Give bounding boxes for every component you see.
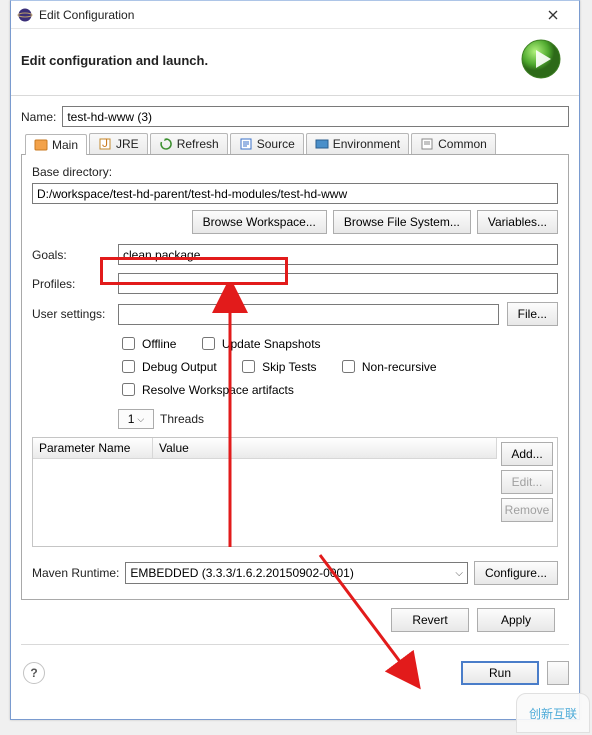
threads-select[interactable]: 1⌵ <box>118 409 154 429</box>
variables-button[interactable]: Variables... <box>477 210 558 234</box>
name-label: Name: <box>21 110 56 124</box>
tab-jre[interactable]: JJRE <box>89 133 148 154</box>
base-directory-input[interactable] <box>32 183 558 204</box>
dialog: Edit Configuration Edit configuration an… <box>10 0 580 720</box>
col-value[interactable]: Value <box>153 438 497 458</box>
window-title: Edit Configuration <box>39 8 533 22</box>
remove-param-button: Remove <box>501 498 553 522</box>
run-button[interactable]: Run <box>461 661 539 685</box>
configure-button[interactable]: Configure... <box>474 561 558 585</box>
skip-tests-checkbox[interactable]: Skip Tests <box>238 357 316 376</box>
tab-bar: Main JJRE Refresh Source Environment Com… <box>21 133 569 155</box>
edit-param-button: Edit... <box>501 470 553 494</box>
browse-workspace-button[interactable]: Browse Workspace... <box>192 210 327 234</box>
tab-source[interactable]: Source <box>230 133 304 154</box>
eclipse-icon <box>17 7 33 23</box>
help-icon[interactable]: ? <box>23 662 45 684</box>
dialog-header: Edit configuration and launch. <box>11 29 579 96</box>
offline-checkbox[interactable]: Offline <box>118 334 176 353</box>
browse-filesystem-button[interactable]: Browse File System... <box>333 210 471 234</box>
profiles-input[interactable] <box>118 273 558 294</box>
parameters-table: Parameter Name Value Add... Edit... Remo… <box>32 437 558 547</box>
file-button[interactable]: File... <box>507 302 558 326</box>
close-dialog-button[interactable] <box>547 661 569 685</box>
add-param-button[interactable]: Add... <box>501 442 553 466</box>
goals-input[interactable] <box>118 244 558 265</box>
table-header: Parameter Name Value <box>33 438 497 459</box>
tab-common[interactable]: Common <box>411 133 496 154</box>
svg-text:J: J <box>102 137 108 150</box>
threads-label: Threads <box>160 412 204 426</box>
tab-main[interactable]: Main <box>25 134 87 155</box>
resolve-workspace-checkbox[interactable]: Resolve Workspace artifacts <box>118 380 294 399</box>
user-settings-input[interactable] <box>118 304 499 325</box>
table-body[interactable] <box>33 459 497 546</box>
header-text: Edit configuration and launch. <box>21 51 519 68</box>
run-icon <box>519 37 563 81</box>
debug-output-checkbox[interactable]: Debug Output <box>118 357 217 376</box>
name-input[interactable] <box>62 106 569 127</box>
apply-button[interactable]: Apply <box>477 608 555 632</box>
tab-refresh[interactable]: Refresh <box>150 133 228 154</box>
col-parameter-name[interactable]: Parameter Name <box>33 438 153 458</box>
update-snapshots-checkbox[interactable]: Update Snapshots <box>198 334 321 353</box>
maven-runtime-select[interactable]: EMBEDDED (3.3.3/1.6.2.20150902-0001) ⌵ <box>125 562 468 584</box>
base-directory-label: Base directory: <box>32 165 558 179</box>
chevron-down-icon: ⌵ <box>455 568 463 579</box>
user-settings-label: User settings: <box>32 307 110 321</box>
title-bar: Edit Configuration <box>11 1 579 29</box>
maven-runtime-label: Maven Runtime: <box>32 566 119 580</box>
non-recursive-checkbox[interactable]: Non-recursive <box>338 357 437 376</box>
separator <box>21 644 569 645</box>
goals-label: Goals: <box>32 248 110 262</box>
watermark: 创新互联 <box>516 693 590 733</box>
profiles-label: Profiles: <box>32 277 110 291</box>
revert-button[interactable]: Revert <box>391 608 469 632</box>
close-button[interactable] <box>533 3 573 27</box>
tab-environment[interactable]: Environment <box>306 133 409 154</box>
tab-panel-main: Base directory: Browse Workspace... Brow… <box>21 155 569 600</box>
